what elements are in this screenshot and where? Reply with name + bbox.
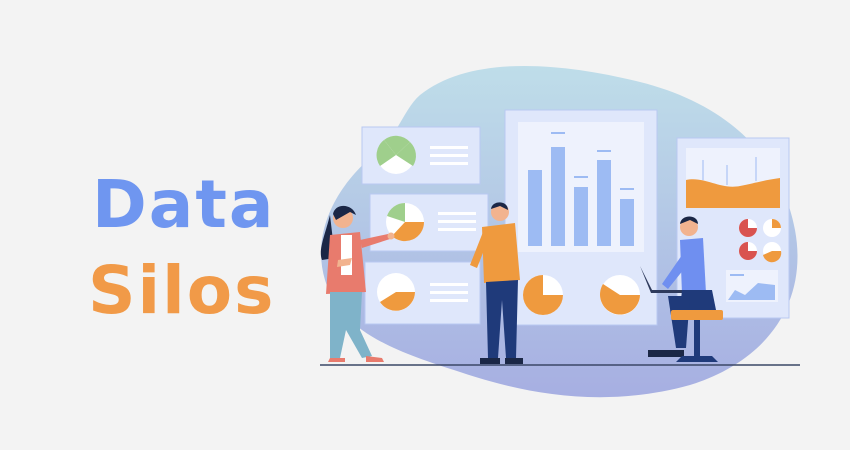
left-panel-bottom [364, 261, 481, 325]
data-silos-illustration [320, 65, 800, 398]
left-panel-top [361, 126, 481, 185]
center-bar-chart-panel [504, 109, 658, 326]
left-panel-middle [369, 193, 489, 252]
